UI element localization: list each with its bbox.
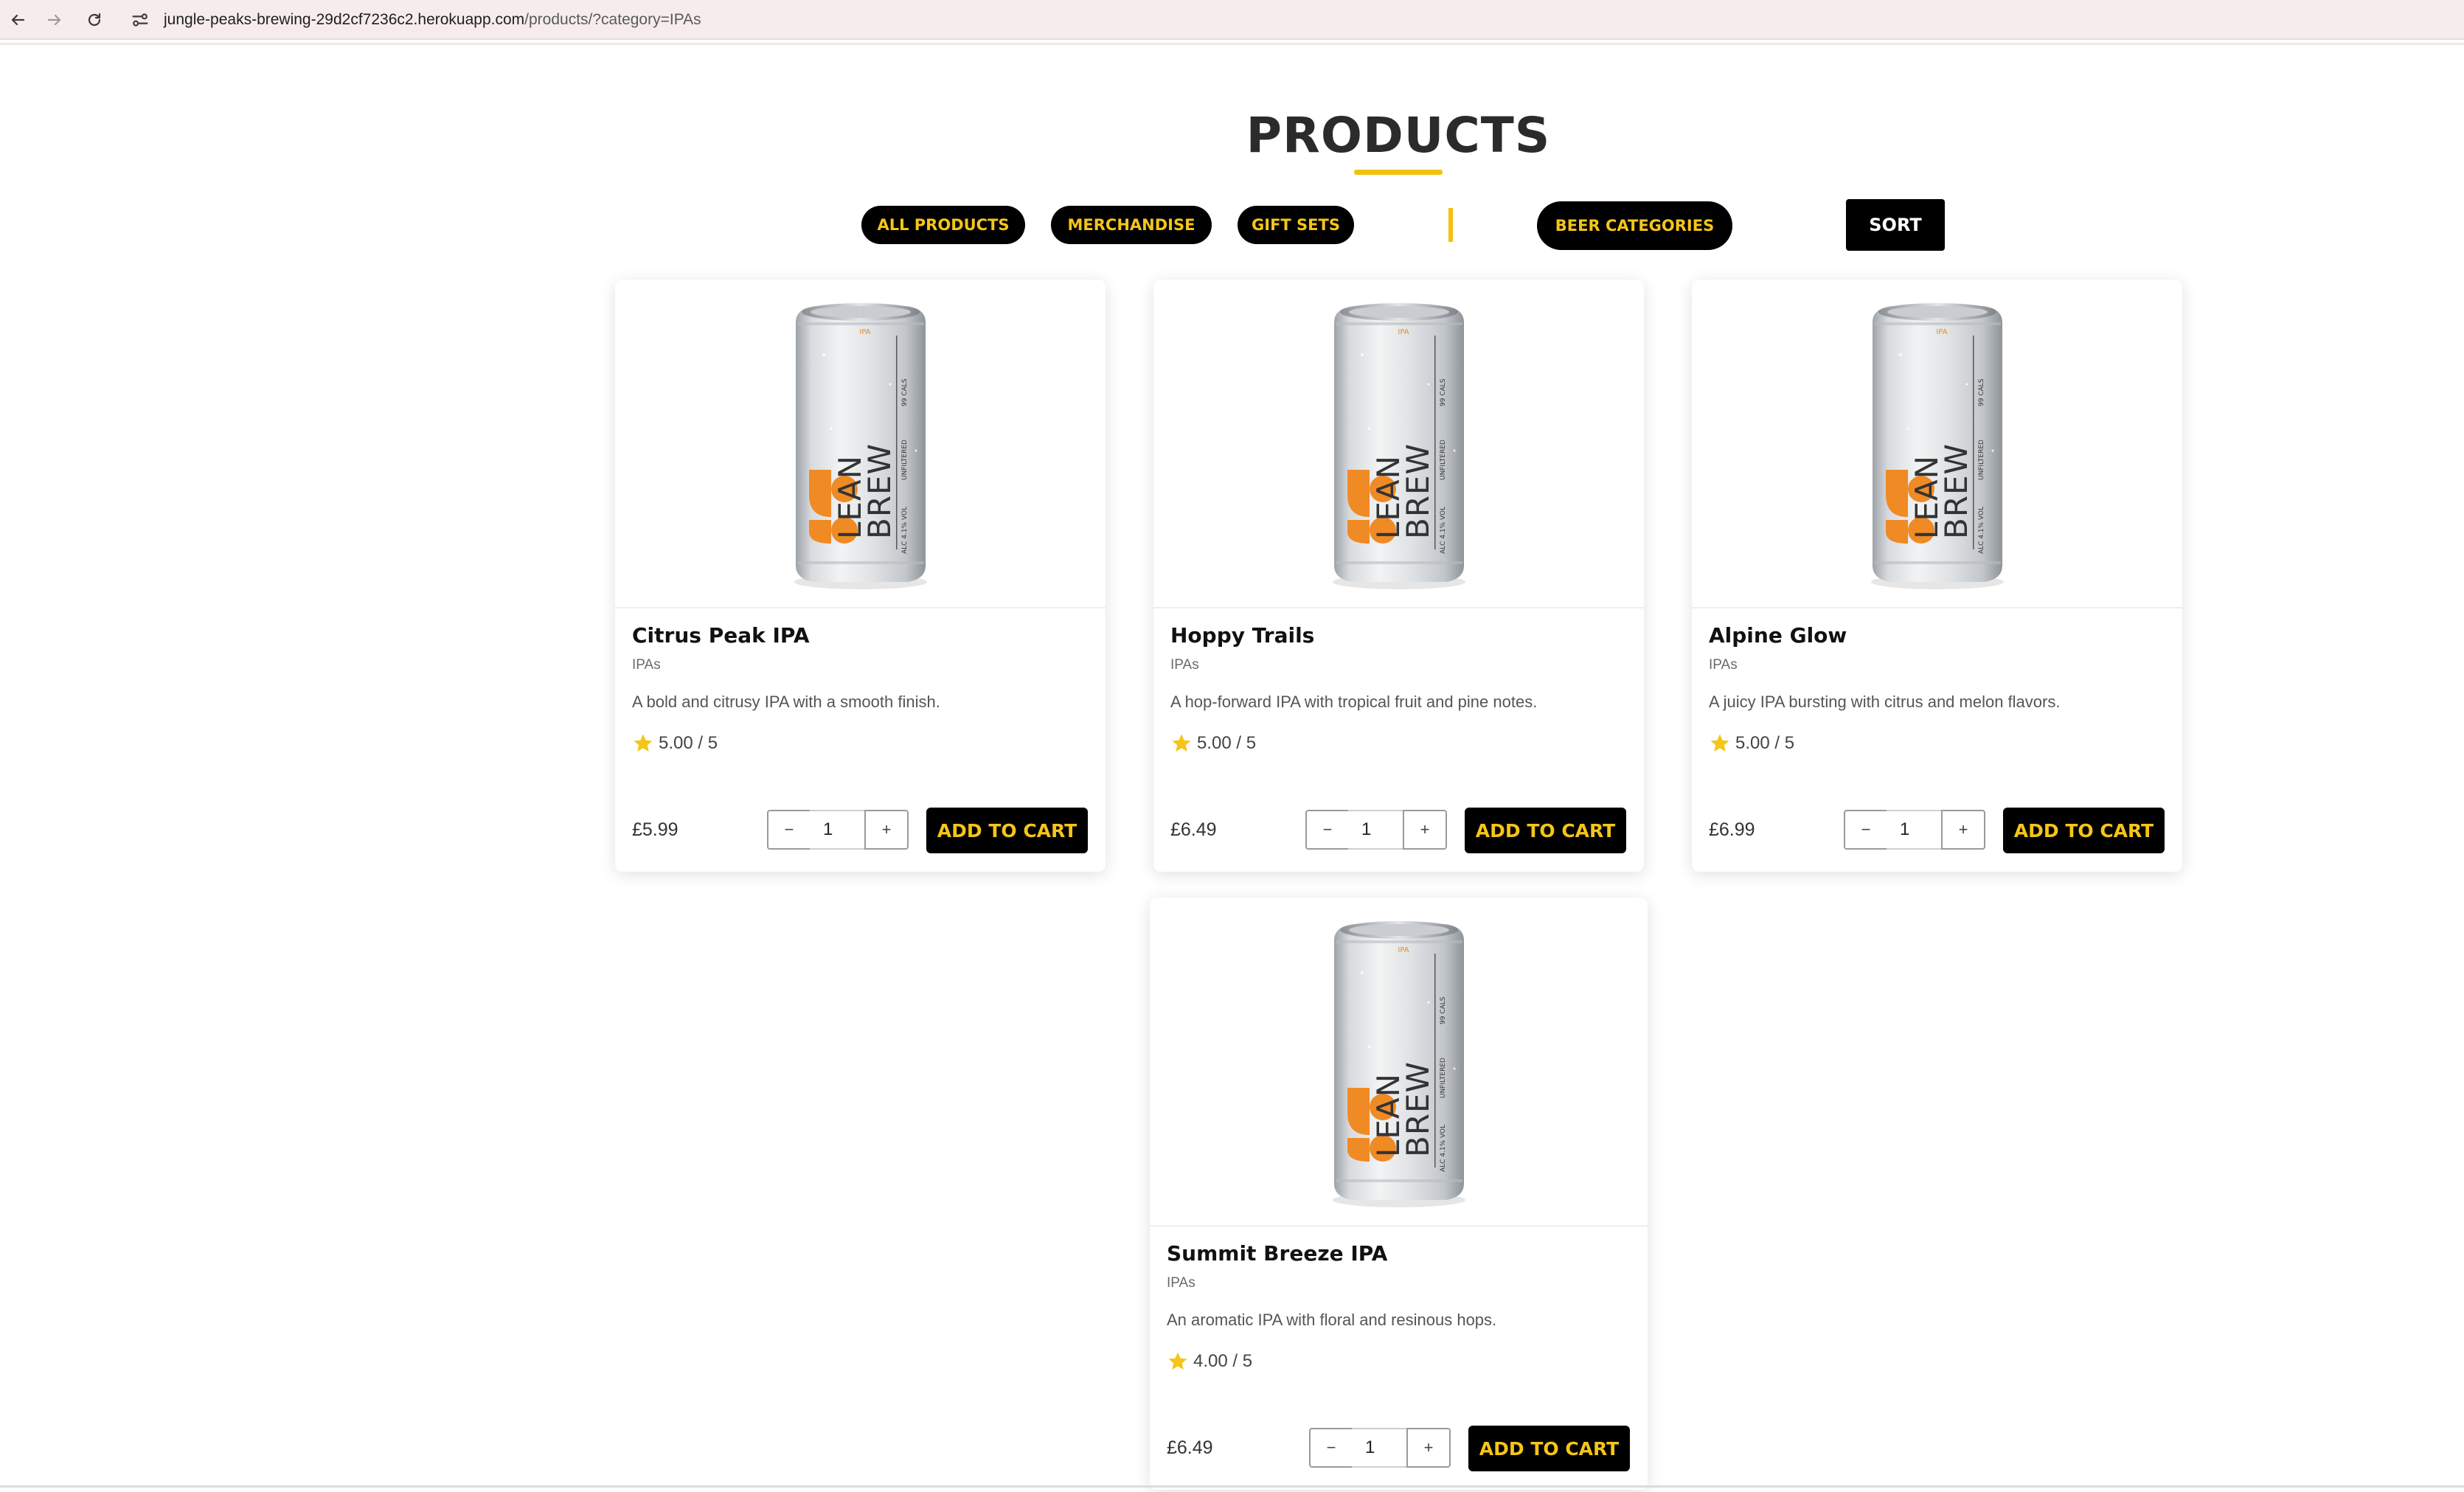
filter-gift-sets-button[interactable]: GIFT SETS — [1238, 206, 1354, 244]
rating-value: 5.00 / 5 — [1197, 733, 1257, 753]
url-path: /products/?category=IPAs — [524, 11, 701, 28]
product-card[interactable]: IPA LEAN BREW 99 CALS UNFILTERED ALC 4.1… — [615, 280, 1106, 872]
beer-can-image[interactable]: IPA LEAN BREW 99 CALS UNFILTERED ALC 4.1… — [1318, 296, 1480, 591]
product-category: IPAs — [632, 657, 661, 673]
page-bottom-rule — [0, 1485, 2464, 1488]
rating-value: 4.00 / 5 — [1193, 1351, 1253, 1371]
add-to-cart-button[interactable]: ADD TO CART — [926, 808, 1088, 853]
product-description: A bold and citrusy IPA with a smooth fin… — [632, 693, 940, 711]
can-label-text: ALC 4.1% VOL — [1440, 507, 1447, 554]
beer-can-image[interactable]: IPA LEAN BREW 99 CALS UNFILTERED ALC 4.1… — [1856, 296, 2019, 591]
quantity-stepper: − + — [1305, 810, 1447, 850]
increase-quantity-button[interactable]: + — [1403, 810, 1447, 850]
product-image-area[interactable]: IPA LEAN BREW 99 CALS UNFILTERED ALC 4.1… — [615, 280, 1106, 608]
beer-categories-button[interactable]: BEER CATEGORIES — [1537, 201, 1732, 250]
decrease-quantity-button[interactable]: − — [1844, 810, 1888, 850]
filter-divider — [1448, 208, 1453, 242]
star-icon — [634, 734, 653, 752]
product-category: IPAs — [1167, 1275, 1195, 1291]
back-arrow-icon[interactable] — [4, 7, 31, 33]
increase-quantity-button[interactable]: + — [1941, 810, 1985, 850]
add-to-cart-button[interactable]: ADD TO CART — [1465, 808, 1626, 853]
can-label-text: UNFILTERED — [901, 440, 909, 480]
forward-arrow-icon[interactable] — [41, 7, 68, 33]
can-label-text: BREW — [1400, 1061, 1436, 1157]
decrease-quantity-button[interactable]: − — [1305, 810, 1350, 850]
can-label-text: ALC 4.1% VOL — [901, 507, 909, 554]
svg-text:IPA: IPA — [1398, 328, 1409, 336]
product-description: An aromatic IPA with floral and resinous… — [1167, 1311, 1497, 1329]
product-rating: 5.00 / 5 — [1709, 732, 1794, 754]
browser-toolbar: jungle-peaks-brewing-29d2cf7236c2.heroku… — [0, 0, 2464, 40]
quantity-stepper: − + — [1844, 810, 1985, 850]
can-label-text: 99 CALS — [901, 378, 909, 406]
rating-value: 5.00 / 5 — [659, 733, 718, 753]
product-category: IPAs — [1170, 657, 1199, 673]
filter-all-products-button[interactable]: ALL PRODUCTS — [861, 206, 1025, 244]
product-price: £6.99 — [1709, 819, 1755, 840]
can-label-text: UNFILTERED — [1978, 440, 1985, 480]
decrease-quantity-button[interactable]: − — [767, 810, 811, 850]
product-name[interactable]: Summit Breeze IPA — [1167, 1241, 1387, 1266]
star-icon — [1168, 1352, 1187, 1370]
url-host: jungle-peaks-brewing-29d2cf7236c2.heroku… — [164, 11, 525, 28]
add-to-cart-button[interactable]: ADD TO CART — [1468, 1426, 1630, 1471]
star-icon — [1710, 734, 1729, 752]
quantity-input[interactable] — [1348, 810, 1404, 850]
url-text[interactable]: jungle-peaks-brewing-29d2cf7236c2.heroku… — [164, 9, 701, 31]
beer-can-image[interactable]: IPA LEAN BREW 99 CALS UNFILTERED ALC 4.1… — [1318, 914, 1480, 1209]
filter-merchandise-button[interactable]: MERCHANDISE — [1051, 206, 1212, 244]
can-label-text: ALC 4.1% VOL — [1440, 1125, 1447, 1172]
can-label-text: 99 CALS — [1440, 996, 1447, 1024]
can-label-text: 99 CALS — [1978, 378, 1985, 406]
site-settings-icon[interactable] — [130, 10, 150, 30]
rating-value: 5.00 / 5 — [1735, 733, 1795, 753]
can-label-text: 99 CALS — [1440, 378, 1447, 406]
increase-quantity-button[interactable]: + — [864, 810, 909, 850]
star-icon — [1172, 734, 1191, 752]
page-title: PRODUCTS — [1246, 107, 1551, 164]
svg-text:IPA: IPA — [1398, 946, 1409, 954]
product-rating: 4.00 / 5 — [1167, 1350, 1252, 1373]
sort-button[interactable]: SORT — [1846, 199, 1945, 251]
product-name[interactable]: Citrus Peak IPA — [632, 623, 810, 648]
quantity-stepper: − + — [767, 810, 909, 850]
product-price: £5.99 — [632, 819, 679, 840]
can-label-text: BREW — [1938, 443, 1974, 539]
product-card[interactable]: IPA LEAN BREW 99 CALS UNFILTERED ALC 4.1… — [1150, 898, 1648, 1490]
product-category: IPAs — [1709, 657, 1738, 673]
product-name[interactable]: Hoppy Trails — [1170, 623, 1314, 648]
quantity-input[interactable] — [810, 810, 866, 850]
product-image-area[interactable]: IPA LEAN BREW 99 CALS UNFILTERED ALC 4.1… — [1692, 280, 2182, 608]
reload-icon[interactable] — [81, 7, 108, 33]
can-label-text: BREW — [1400, 443, 1436, 539]
can-label-text: UNFILTERED — [1440, 440, 1447, 480]
quantity-input[interactable] — [1352, 1428, 1408, 1468]
title-underline — [1354, 170, 1443, 175]
quantity-stepper: − + — [1309, 1428, 1451, 1468]
product-card[interactable]: IPA LEAN BREW 99 CALS UNFILTERED ALC 4.1… — [1692, 280, 2182, 872]
product-rating: 5.00 / 5 — [1170, 732, 1256, 754]
svg-text:IPA: IPA — [859, 328, 870, 336]
product-description: A juicy IPA bursting with citrus and mel… — [1709, 693, 2061, 711]
product-price: £6.49 — [1170, 819, 1217, 840]
product-card[interactable]: IPA LEAN BREW 99 CALS UNFILTERED ALC 4.1… — [1153, 280, 1644, 872]
can-label-text: UNFILTERED — [1440, 1058, 1447, 1098]
product-price: £6.49 — [1167, 1437, 1213, 1458]
svg-text:IPA: IPA — [1936, 328, 1947, 336]
can-label-text: ALC 4.1% VOL — [1978, 507, 1985, 554]
increase-quantity-button[interactable]: + — [1406, 1428, 1451, 1468]
beer-can-image[interactable]: IPA LEAN BREW 99 CALS UNFILTERED ALC 4.1… — [780, 296, 942, 591]
product-name[interactable]: Alpine Glow — [1709, 623, 1847, 648]
quantity-input[interactable] — [1887, 810, 1943, 850]
decrease-quantity-button[interactable]: − — [1309, 1428, 1353, 1468]
product-image-area[interactable]: IPA LEAN BREW 99 CALS UNFILTERED ALC 4.1… — [1150, 898, 1648, 1226]
toolbar-divider — [0, 43, 2464, 45]
add-to-cart-button[interactable]: ADD TO CART — [2003, 808, 2165, 853]
can-label-text: BREW — [861, 443, 898, 539]
product-description: A hop-forward IPA with tropical fruit an… — [1170, 693, 1538, 711]
product-image-area[interactable]: IPA LEAN BREW 99 CALS UNFILTERED ALC 4.1… — [1153, 280, 1644, 608]
product-rating: 5.00 / 5 — [632, 732, 718, 754]
